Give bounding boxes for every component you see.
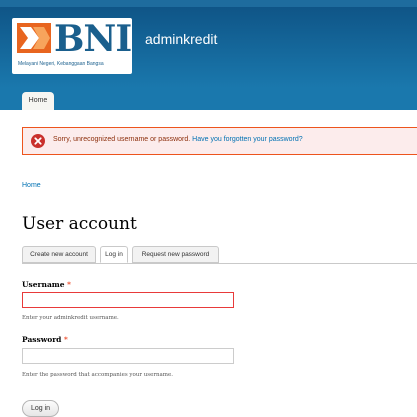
login-button[interactable]: Log in: [22, 400, 59, 417]
bni-logo[interactable]: BNI Melayani Negeri, Kebanggaan Bangsa: [12, 18, 132, 74]
error-text: Sorry, unrecognized username or password…: [53, 136, 303, 143]
username-label: Username *: [22, 280, 71, 289]
password-input[interactable]: [22, 348, 234, 364]
page-title: User account: [22, 214, 137, 234]
error-message-text: Sorry, unrecognized username or password…: [53, 136, 191, 143]
error-message: Sorry, unrecognized username or password…: [22, 127, 417, 155]
secondary-tabs: Create new account Log in Request new pa…: [22, 246, 417, 264]
error-icon: [31, 134, 45, 148]
tab-create-new-account[interactable]: Create new account: [22, 246, 96, 263]
breadcrumb-home[interactable]: Home: [22, 182, 41, 189]
nav-tab-home[interactable]: Home: [22, 92, 54, 110]
bni-logo-mark-icon: [17, 23, 51, 53]
username-description: Enter your adminkredit username.: [22, 315, 119, 321]
logo-text: BNI: [54, 18, 132, 60]
password-label: Password *: [22, 335, 68, 344]
password-description: Enter the password that accompanies your…: [22, 372, 174, 378]
site-name[interactable]: adminkredit: [145, 31, 217, 47]
password-label-text: Password: [22, 335, 62, 344]
site-header: BNI Melayani Negeri, Kebanggaan Bangsa a…: [0, 7, 417, 88]
username-input[interactable]: [22, 292, 234, 308]
main-nav-bar: [0, 88, 417, 110]
top-strip: [0, 0, 417, 7]
password-required-mark: *: [64, 335, 68, 344]
username-required-mark: *: [67, 280, 71, 289]
logo-tagline: Melayani Negeri, Kebanggaan Bangsa: [18, 61, 104, 67]
tab-log-in[interactable]: Log in: [100, 246, 128, 263]
username-label-text: Username: [22, 280, 65, 289]
forgot-password-link[interactable]: Have you forgotten your password?: [192, 136, 303, 143]
tab-request-new-password[interactable]: Request new password: [132, 246, 219, 263]
